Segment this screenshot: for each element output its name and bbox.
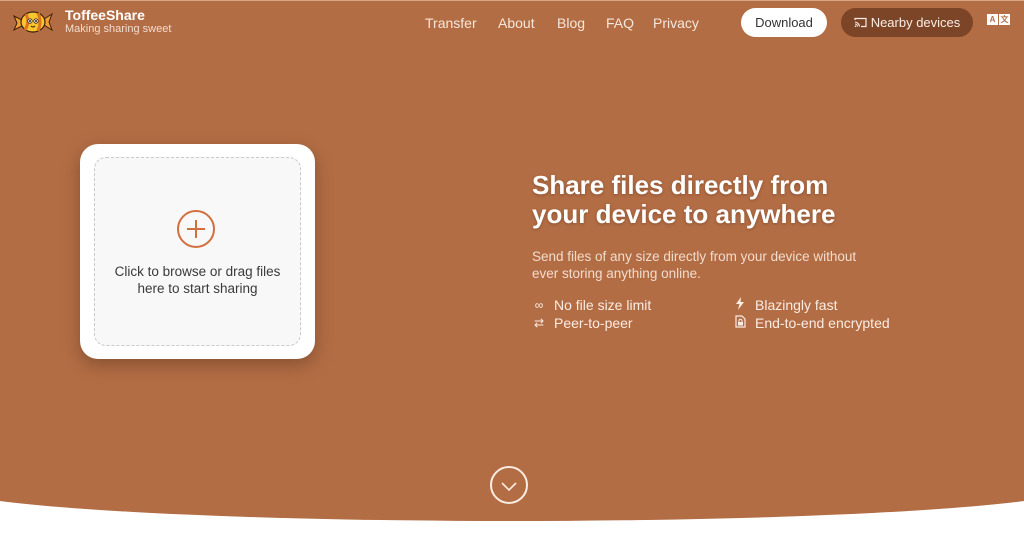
feature-peer-to-peer: ⇄ Peer-to-peer: [532, 315, 633, 331]
lightning-icon: [733, 297, 747, 313]
nav-about[interactable]: About: [498, 15, 535, 31]
download-label: Download: [755, 15, 813, 30]
nearby-label: Nearby devices: [870, 15, 961, 30]
dropzone-text: Click to browse or drag files here to st…: [95, 263, 300, 297]
nav-privacy[interactable]: Privacy: [653, 15, 699, 31]
swap-icon: ⇄: [533, 316, 545, 330]
feature-no-size-limit: ∞ No file size limit: [532, 297, 652, 313]
upload-card: Click to browse or drag files here to st…: [80, 144, 315, 359]
feature-label: End-to-end encrypted: [755, 315, 890, 331]
language-switcher[interactable]: A 文: [987, 14, 1010, 25]
translate-icon-cjk: 文: [999, 14, 1010, 25]
hero-headline: Share files directly from your device to…: [532, 171, 912, 229]
file-dropzone[interactable]: Click to browse or drag files here to st…: [94, 157, 301, 346]
feature-fast: Blazingly fast: [733, 297, 837, 313]
cast-icon: [854, 17, 867, 28]
nav-faq[interactable]: FAQ: [606, 15, 634, 31]
dropzone-text-line1: Click to browse or drag files: [114, 264, 281, 279]
header: ToffeeShare Making sharing sweet Transfe…: [0, 0, 1024, 44]
dropzone-text-line2: here to start sharing: [137, 281, 258, 296]
nav-transfer[interactable]: Transfer: [425, 15, 477, 31]
subtext-line1: Send files of any size directly from you…: [532, 249, 857, 264]
feature-label: Peer-to-peer: [554, 315, 633, 331]
hero-subtext: Send files of any size directly from you…: [532, 248, 892, 282]
subtext-line2: ever storing anything online.: [532, 266, 701, 281]
lock-file-icon: [733, 315, 747, 331]
translate-icon-latin: A: [987, 14, 998, 25]
add-file-icon[interactable]: [177, 210, 215, 248]
toffee-logo-icon[interactable]: [12, 8, 54, 36]
nearby-devices-button[interactable]: Nearby devices: [841, 8, 973, 37]
feature-label: Blazingly fast: [755, 297, 838, 313]
brand-name[interactable]: ToffeeShare: [65, 7, 145, 23]
feature-encrypted: End-to-end encrypted: [733, 315, 890, 331]
scroll-down-button[interactable]: [490, 466, 528, 504]
brand-tagline: Making sharing sweet: [65, 23, 172, 35]
download-button[interactable]: Download: [741, 8, 827, 37]
headline-line2: your device to anywhere: [532, 199, 836, 229]
feature-label: No file size limit: [554, 297, 652, 313]
nav-blog[interactable]: Blog: [557, 15, 585, 31]
headline-line1: Share files directly from: [532, 170, 829, 200]
infinity-icon: ∞: [534, 298, 544, 312]
chevron-down-icon: [501, 482, 517, 492]
